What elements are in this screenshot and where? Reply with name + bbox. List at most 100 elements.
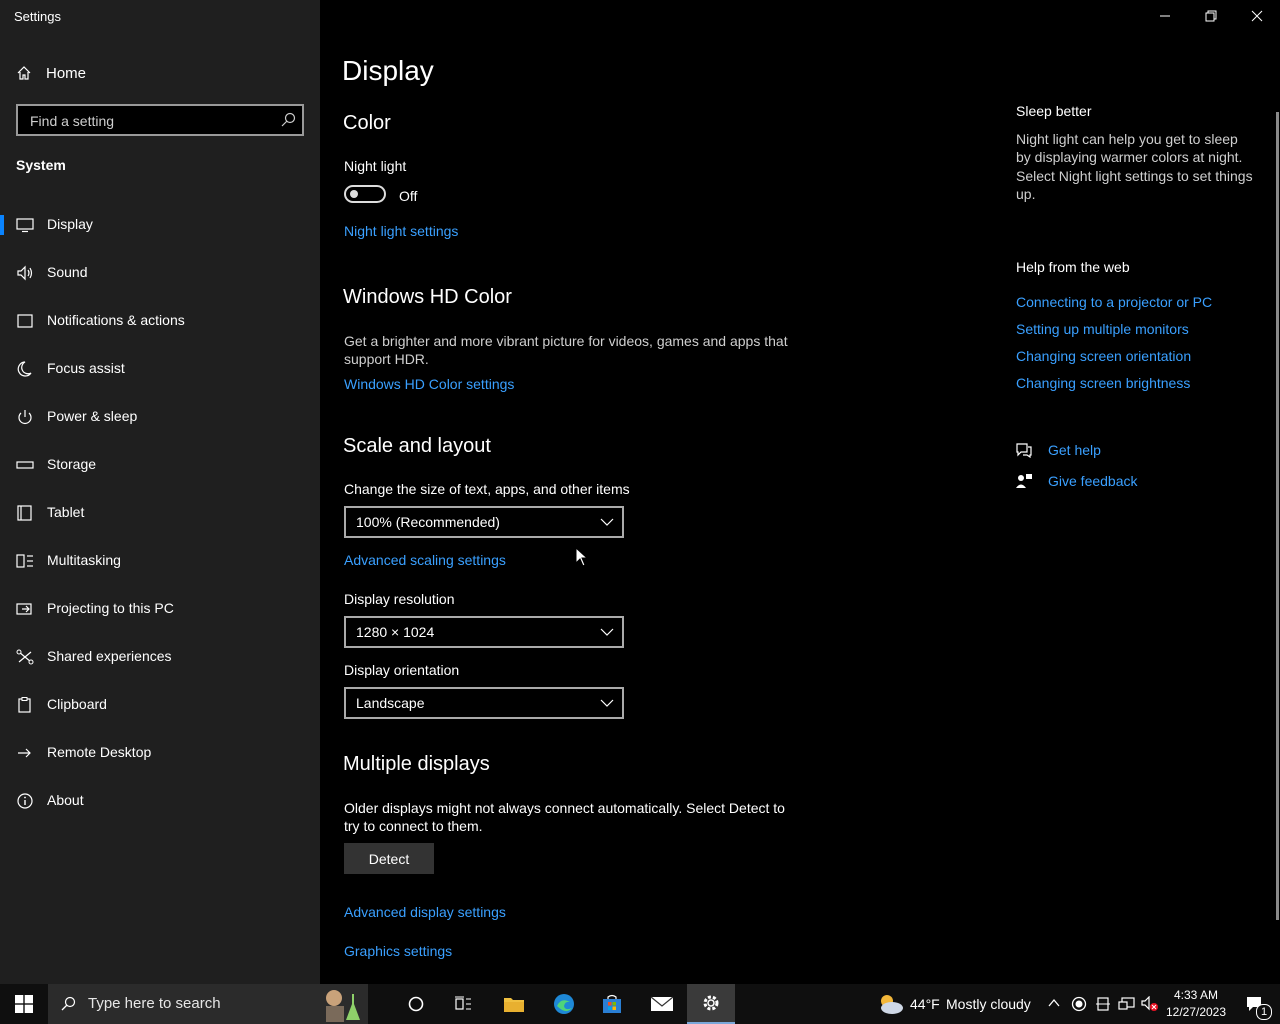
scale-dropdown[interactable]: 100% (Recommended) xyxy=(344,506,624,538)
weather-temperature[interactable]: 44°F xyxy=(910,996,940,1012)
orientation-dropdown[interactable]: Landscape xyxy=(344,687,624,719)
sidebar-item-shared-experiences[interactable]: Shared experiences xyxy=(0,637,320,677)
multiple-description-line2: try to connect to them. xyxy=(344,818,483,834)
sidebar-item-about[interactable]: About xyxy=(0,781,320,821)
edge-button[interactable] xyxy=(540,984,588,1024)
power-icon xyxy=(18,410,32,424)
chevron-down-icon xyxy=(600,628,614,636)
search-icon[interactable] xyxy=(280,112,296,128)
clock-date[interactable]: 12/27/2023 xyxy=(1160,1005,1232,1019)
search-icon xyxy=(61,996,76,1011)
record-icon[interactable] xyxy=(1071,996,1087,1012)
graphics-settings-link[interactable]: Graphics settings xyxy=(344,943,452,959)
give-feedback-icon xyxy=(1016,474,1032,488)
clipboard-icon xyxy=(18,697,31,713)
sleep-better-line: Night light can help you get to sleep xyxy=(1016,131,1238,147)
night-light-settings-link[interactable]: Night light settings xyxy=(344,223,458,239)
help-from-web-title: Help from the web xyxy=(1016,259,1130,275)
home-button[interactable]: Home xyxy=(16,60,304,86)
help-link-projector[interactable]: Connecting to a projector or PC xyxy=(1016,294,1212,310)
sleep-better-title: Sleep better xyxy=(1016,103,1092,119)
minimize-button[interactable] xyxy=(1142,0,1188,32)
resolution-dropdown[interactable]: 1280 × 1024 xyxy=(344,616,624,648)
multiple-displays-heading: Multiple displays xyxy=(343,753,490,775)
settings-taskbar-button[interactable] xyxy=(687,984,735,1024)
gear-icon xyxy=(703,995,719,1011)
sidebar-item-projecting[interactable]: Projecting to this PC xyxy=(0,589,320,629)
taskbar-search-placeholder: Type here to search xyxy=(88,995,221,1012)
sidebar-item-display[interactable]: Display xyxy=(0,205,320,245)
sidebar-item-label: Remote Desktop xyxy=(47,744,152,760)
chevron-down-icon xyxy=(600,518,614,526)
chevron-up-icon[interactable] xyxy=(1047,996,1061,1010)
sleep-better-line: by displaying warmer colors at night. xyxy=(1016,149,1243,165)
notification-icon xyxy=(17,314,33,328)
color-heading: Color xyxy=(343,112,391,134)
sidebar-item-label: Display xyxy=(47,216,93,232)
moon-icon xyxy=(17,361,32,377)
multitasking-icon xyxy=(16,554,33,568)
speaker-icon xyxy=(17,265,33,281)
restore-button[interactable] xyxy=(1188,0,1234,32)
hdr-description-line2: support HDR. xyxy=(344,351,429,367)
sidebar-item-sound[interactable]: Sound xyxy=(0,253,320,293)
store-icon xyxy=(603,994,621,1013)
clock-time[interactable]: 4:33 AM xyxy=(1160,988,1232,1002)
hdr-heading: Windows HD Color xyxy=(343,286,512,308)
scrollbar[interactable] xyxy=(1276,112,1279,920)
sleep-better-line: up. xyxy=(1016,186,1036,202)
sidebar-item-tablet[interactable]: Tablet xyxy=(0,493,320,533)
sidebar-item-remote-desktop[interactable]: Remote Desktop xyxy=(0,733,320,773)
search-highlight-icon xyxy=(326,990,360,1022)
advanced-scaling-link[interactable]: Advanced scaling settings xyxy=(344,552,506,568)
cortana-icon xyxy=(408,996,424,1012)
detect-button[interactable]: Detect xyxy=(344,843,434,874)
close-icon xyxy=(1251,10,1263,22)
close-button[interactable] xyxy=(1234,0,1280,32)
mail-button[interactable] xyxy=(638,984,686,1024)
toggle-knob xyxy=(350,190,358,198)
weather-condition[interactable]: Mostly cloudy xyxy=(946,996,1031,1012)
tablet-icon xyxy=(17,505,32,521)
sidebar-item-clipboard[interactable]: Clipboard xyxy=(0,685,320,725)
night-light-toggle[interactable] xyxy=(344,185,386,203)
monitor-icon xyxy=(16,218,34,233)
sidebar-item-label: Power & sleep xyxy=(47,408,138,424)
storage-icon xyxy=(16,461,34,469)
windows-logo-icon xyxy=(15,995,33,1013)
sidebar-item-notifications[interactable]: Notifications & actions xyxy=(0,301,320,341)
taskbar-search-box[interactable]: Type here to search xyxy=(48,984,368,1024)
store-button[interactable] xyxy=(588,984,636,1024)
sidebar-item-focus-assist[interactable]: Focus assist xyxy=(0,349,320,389)
weather-cloudy-icon[interactable] xyxy=(876,992,904,1016)
get-help-link[interactable]: Get help xyxy=(1048,442,1101,458)
sidebar-item-multitasking[interactable]: Multitasking xyxy=(0,541,320,581)
advanced-display-settings-link[interactable]: Advanced display settings xyxy=(344,904,506,920)
sidebar-item-label: Notifications & actions xyxy=(47,312,185,328)
start-button[interactable] xyxy=(0,984,48,1024)
sidebar-item-label: Storage xyxy=(47,456,97,472)
orientation-value: Landscape xyxy=(356,695,425,711)
search-input[interactable] xyxy=(28,110,272,132)
folder-icon xyxy=(504,998,524,1012)
help-link-brightness[interactable]: Changing screen brightness xyxy=(1016,375,1190,391)
action-center-button[interactable]: 1 xyxy=(1234,984,1274,1024)
cortana-button[interactable] xyxy=(393,984,439,1024)
give-feedback-link[interactable]: Give feedback xyxy=(1048,473,1138,489)
task-view-button[interactable] xyxy=(440,984,486,1024)
sidebar-item-power-sleep[interactable]: Power & sleep xyxy=(0,397,320,437)
sidebar-item-storage[interactable]: Storage xyxy=(0,445,320,485)
find-setting-search[interactable] xyxy=(16,104,304,136)
device-icon[interactable] xyxy=(1095,996,1111,1012)
volume-muted-icon[interactable] xyxy=(1141,996,1159,1012)
sleep-better-line: Select Night light settings to set thing… xyxy=(1016,168,1253,184)
multiple-description-line1: Older displays might not always connect … xyxy=(344,800,785,816)
get-help-icon xyxy=(1016,443,1032,458)
hdr-settings-link[interactable]: Windows HD Color settings xyxy=(344,376,514,392)
help-link-multiple-monitors[interactable]: Setting up multiple monitors xyxy=(1016,321,1189,337)
scale-heading: Scale and layout xyxy=(343,435,491,457)
network-icon[interactable] xyxy=(1118,996,1136,1012)
resolution-label: Display resolution xyxy=(344,591,455,607)
help-link-orientation[interactable]: Changing screen orientation xyxy=(1016,348,1191,364)
file-explorer-button[interactable] xyxy=(490,984,538,1024)
